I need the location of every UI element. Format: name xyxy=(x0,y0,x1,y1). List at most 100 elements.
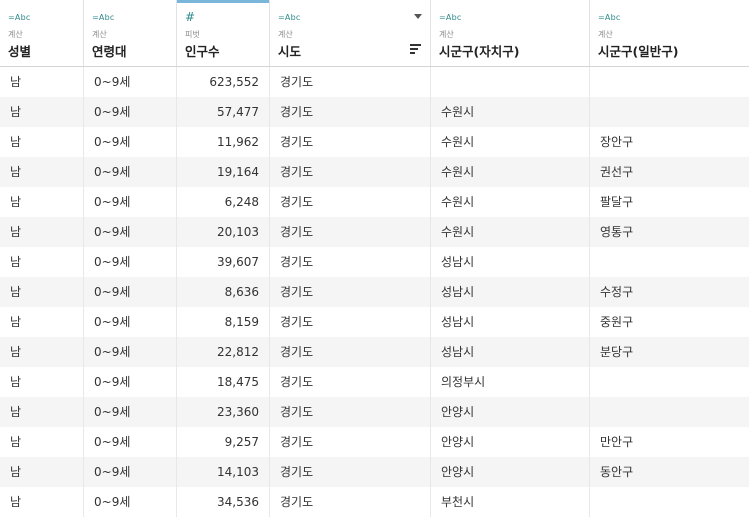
table-cell[interactable]: 안양시 xyxy=(431,457,590,487)
table-row[interactable]: 남 0~9세 19,164 경기도 수원시 권선구 xyxy=(0,157,749,187)
table-cell[interactable]: 경기도 xyxy=(270,457,431,487)
table-row[interactable]: 남 0~9세 9,257 경기도 안양시 만안구 xyxy=(0,427,749,457)
table-cell[interactable]: 0~9세 xyxy=(84,67,177,97)
table-cell[interactable]: 수원시 xyxy=(431,97,590,127)
table-cell[interactable]: 장안구 xyxy=(590,127,749,157)
table-cell[interactable]: 남 xyxy=(0,457,84,487)
table-cell[interactable]: 경기도 xyxy=(270,157,431,187)
table-row[interactable]: 남 0~9세 8,636 경기도 성남시 수정구 xyxy=(0,277,749,307)
table-cell[interactable]: 경기도 xyxy=(270,397,431,427)
table-cell[interactable]: 팔달구 xyxy=(590,187,749,217)
table-cell[interactable]: 남 xyxy=(0,337,84,367)
table-cell[interactable]: 영통구 xyxy=(590,217,749,247)
string-type-icon[interactable]: =Abc xyxy=(92,13,114,22)
table-cell[interactable] xyxy=(590,367,749,397)
table-cell[interactable]: 0~9세 xyxy=(84,217,177,247)
string-type-icon[interactable]: =Abc xyxy=(598,13,620,22)
table-cell[interactable]: 남 xyxy=(0,97,84,127)
table-cell[interactable]: 0~9세 xyxy=(84,97,177,127)
number-type-icon[interactable]: # xyxy=(185,10,195,24)
table-cell[interactable]: 수원시 xyxy=(431,217,590,247)
table-cell[interactable] xyxy=(590,397,749,427)
table-cell[interactable]: 19,164 xyxy=(177,157,270,187)
table-row[interactable]: 남 0~9세 623,552 경기도 xyxy=(0,67,749,97)
table-row[interactable]: 남 0~9세 39,607 경기도 성남시 xyxy=(0,247,749,277)
table-cell[interactable]: 0~9세 xyxy=(84,277,177,307)
table-row[interactable]: 남 0~9세 6,248 경기도 수원시 팔달구 xyxy=(0,187,749,217)
column-header-province[interactable]: =Abc 계산 시도 xyxy=(270,0,431,66)
column-header-district-general[interactable]: =Abc 계산 시군구(일반구) xyxy=(590,0,749,66)
sort-icon[interactable] xyxy=(410,44,421,54)
table-cell[interactable]: 0~9세 xyxy=(84,127,177,157)
table-cell[interactable]: 성남시 xyxy=(431,307,590,337)
table-row[interactable]: 남 0~9세 23,360 경기도 안양시 xyxy=(0,397,749,427)
column-name[interactable]: 성별 xyxy=(8,41,31,60)
table-cell[interactable] xyxy=(590,97,749,127)
table-cell[interactable]: 성남시 xyxy=(431,277,590,307)
table-cell[interactable]: 경기도 xyxy=(270,277,431,307)
table-cell[interactable]: 경기도 xyxy=(270,307,431,337)
column-menu-dropdown-icon[interactable] xyxy=(414,14,422,19)
column-header-gender[interactable]: =Abc 계산 성별 xyxy=(0,0,84,66)
table-cell[interactable]: 57,477 xyxy=(177,97,270,127)
table-cell[interactable]: 0~9세 xyxy=(84,247,177,277)
table-cell[interactable]: 0~9세 xyxy=(84,157,177,187)
table-cell[interactable]: 수정구 xyxy=(590,277,749,307)
table-cell[interactable]: 경기도 xyxy=(270,217,431,247)
table-cell[interactable]: 동안구 xyxy=(590,457,749,487)
table-row[interactable]: 남 0~9세 22,812 경기도 성남시 분당구 xyxy=(0,337,749,367)
table-cell[interactable]: 20,103 xyxy=(177,217,270,247)
column-name[interactable]: 시군구(자치구) xyxy=(439,41,519,60)
column-header-district-autonomous[interactable]: =Abc 계산 시군구(자치구) xyxy=(431,0,590,66)
table-cell[interactable]: 안양시 xyxy=(431,397,590,427)
table-cell[interactable]: 분당구 xyxy=(590,337,749,367)
table-cell[interactable]: 경기도 xyxy=(270,187,431,217)
table-row[interactable]: 남 0~9세 20,103 경기도 수원시 영통구 xyxy=(0,217,749,247)
string-type-icon[interactable]: =Abc xyxy=(8,13,30,22)
table-cell[interactable]: 남 xyxy=(0,247,84,277)
table-cell[interactable]: 남 xyxy=(0,127,84,157)
table-cell[interactable]: 경기도 xyxy=(270,67,431,97)
column-header-population[interactable]: # 피벗 인구수 xyxy=(177,0,270,66)
table-cell[interactable]: 0~9세 xyxy=(84,457,177,487)
table-cell[interactable]: 22,812 xyxy=(177,337,270,367)
table-cell[interactable]: 중원구 xyxy=(590,307,749,337)
table-cell[interactable]: 0~9세 xyxy=(84,367,177,397)
column-name[interactable]: 연령대 xyxy=(92,41,127,60)
table-cell[interactable]: 남 xyxy=(0,397,84,427)
table-cell[interactable]: 9,257 xyxy=(177,427,270,457)
table-cell[interactable]: 경기도 xyxy=(270,427,431,457)
table-cell[interactable]: 남 xyxy=(0,277,84,307)
table-row[interactable]: 남 0~9세 14,103 경기도 안양시 동안구 xyxy=(0,457,749,487)
table-cell[interactable]: 성남시 xyxy=(431,247,590,277)
table-cell[interactable]: 39,607 xyxy=(177,247,270,277)
table-cell[interactable]: 안양시 xyxy=(431,427,590,457)
table-cell[interactable]: 경기도 xyxy=(270,247,431,277)
table-cell[interactable]: 8,159 xyxy=(177,307,270,337)
table-cell[interactable]: 남 xyxy=(0,217,84,247)
table-cell[interactable]: 8,636 xyxy=(177,277,270,307)
table-cell[interactable]: 남 xyxy=(0,157,84,187)
string-type-icon[interactable]: =Abc xyxy=(439,13,461,22)
table-cell[interactable]: 경기도 xyxy=(270,487,431,517)
table-cell[interactable]: 0~9세 xyxy=(84,487,177,517)
table-cell[interactable]: 만안구 xyxy=(590,427,749,457)
table-cell[interactable] xyxy=(590,247,749,277)
table-cell[interactable]: 남 xyxy=(0,67,84,97)
table-cell[interactable]: 수원시 xyxy=(431,187,590,217)
table-cell[interactable]: 남 xyxy=(0,487,84,517)
table-cell[interactable]: 0~9세 xyxy=(84,427,177,457)
table-cell[interactable]: 남 xyxy=(0,307,84,337)
table-cell[interactable]: 0~9세 xyxy=(84,337,177,367)
table-cell[interactable]: 14,103 xyxy=(177,457,270,487)
column-name[interactable]: 시군구(일반구) xyxy=(598,41,678,60)
table-cell[interactable] xyxy=(590,487,749,517)
table-cell[interactable]: 권선구 xyxy=(590,157,749,187)
column-name[interactable]: 인구수 xyxy=(185,41,220,60)
table-row[interactable]: 남 0~9세 18,475 경기도 의정부시 xyxy=(0,367,749,397)
table-cell[interactable]: 23,360 xyxy=(177,397,270,427)
table-cell[interactable]: 11,962 xyxy=(177,127,270,157)
table-cell[interactable]: 경기도 xyxy=(270,367,431,397)
table-cell[interactable]: 6,248 xyxy=(177,187,270,217)
table-row[interactable]: 남 0~9세 11,962 경기도 수원시 장안구 xyxy=(0,127,749,157)
